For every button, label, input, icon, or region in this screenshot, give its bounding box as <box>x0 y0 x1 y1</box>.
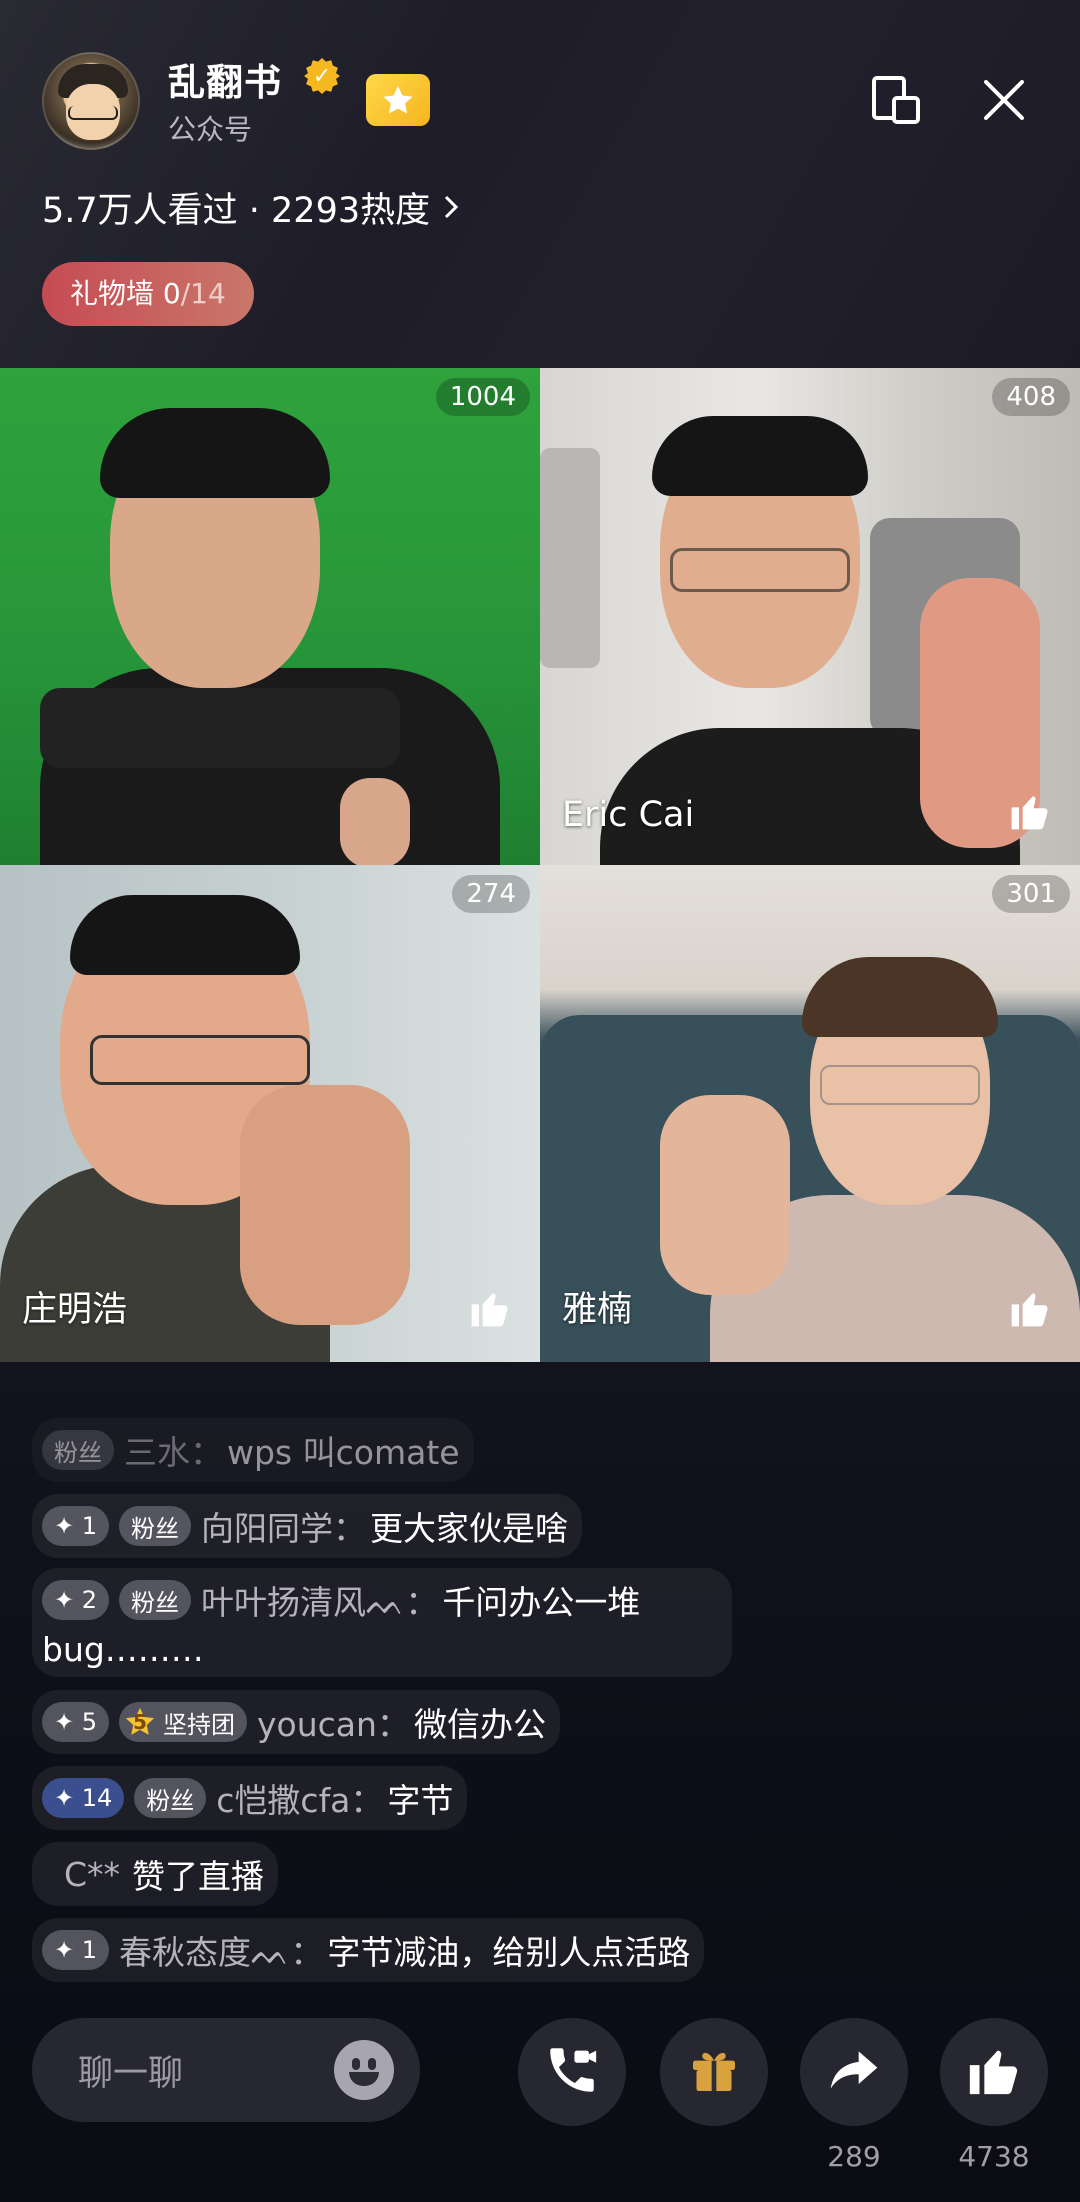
comment-text-continued: bug……… <box>42 1630 204 1669</box>
gift-wall-current: 0 <box>162 277 181 310</box>
comment-item[interactable]: ✦ 2 粉丝 叶叶扬清风ᨓ： 千问办公一堆 bug……… <box>32 1568 732 1677</box>
thumbs-up-icon[interactable] <box>1000 781 1060 841</box>
video-grid: 1004 408 Eric Cai 274 庄明浩 301 雅楠 <box>0 368 1080 1362</box>
participant-name: Eric Cai <box>562 795 695 835</box>
float-window-icon[interactable] <box>866 70 926 130</box>
tile-count: 408 <box>992 378 1070 416</box>
comment-item[interactable]: ✦ 5 5 坚持团 youcan： 微信办公 <box>32 1690 560 1754</box>
team-level-star-icon: 5 <box>123 1705 157 1739</box>
comment-user[interactable]: c恺撒cfa： <box>216 1774 383 1822</box>
comment-user[interactable]: 三水： <box>124 1426 223 1474</box>
comment-text: 字节 <box>387 1781 454 1820</box>
comment-item[interactable]: C** 赞了直播 <box>32 1842 279 1906</box>
comment-text: wps 叫comate <box>227 1433 460 1472</box>
comment-item[interactable]: ✦ 1 粉丝 向阳同学： 更大家伙是啥 <box>32 1494 583 1558</box>
video-call-icon <box>543 2041 601 2103</box>
gift-icon <box>686 2042 742 2102</box>
comment-item[interactable]: ✦ 1 春秋态度ᨓ： 字节减油，给别人点活路 <box>32 1918 705 1982</box>
gift-wall-button[interactable]: 礼物墙 0/14 <box>42 262 254 326</box>
fan-badge: 粉丝 <box>119 1580 192 1620</box>
level-badge: ✦ 1 <box>42 1506 110 1546</box>
comment-user[interactable]: C** <box>64 1855 120 1894</box>
star-badge-icon[interactable] <box>366 74 430 126</box>
chat-input-placeholder: 聊一聊 <box>78 2053 184 2094</box>
team-level: 5 <box>133 1710 147 1734</box>
fan-badge: 粉丝 <box>119 1506 192 1546</box>
level-badge: ✦ 2 <box>42 1580 110 1620</box>
comment-user[interactable]: 向阳同学： <box>201 1502 366 1550</box>
level-badge: ✦ 5 <box>42 1702 110 1742</box>
share-icon <box>826 2042 882 2102</box>
fan-badge: 粉丝 <box>134 1778 207 1818</box>
view-stats[interactable]: 5.7万人看过 · 2293热度 <box>42 182 461 233</box>
comment-user[interactable]: 春秋态度ᨓ： <box>119 1926 323 1974</box>
thumbs-up-icon[interactable] <box>460 1278 520 1338</box>
comment-user[interactable]: youcan： <box>257 1698 410 1746</box>
chevron-right-icon <box>441 191 461 231</box>
comment-text: 微信办公 <box>413 1705 546 1744</box>
share-count: 289 <box>827 2140 881 2173</box>
team-badge: 5 坚持团 <box>119 1702 248 1742</box>
tile-count: 1004 <box>435 378 530 416</box>
participant-name: 雅楠 <box>562 1290 633 1330</box>
host-type: 公众号 <box>168 113 253 146</box>
video-call-button[interactable] <box>518 2018 626 2126</box>
level-badge: ✦ 14 <box>42 1778 125 1818</box>
gift-button[interactable] <box>660 2018 768 2126</box>
host-name[interactable]: 乱翻书 <box>168 52 282 106</box>
fan-badge: 粉丝 <box>42 1430 114 1470</box>
comment-user[interactable]: 叶叶扬清风ᨓ： <box>201 1576 438 1624</box>
comment-text: 字节减油，给别人点活路 <box>327 1933 691 1972</box>
comment-item[interactable]: 粉丝 三水： wps 叫comate <box>32 1418 474 1482</box>
video-tile-1[interactable]: 1004 <box>0 368 540 865</box>
comment-text: 更大家伙是啥 <box>370 1509 569 1548</box>
emoji-icon[interactable] <box>334 2040 394 2100</box>
comment-text: 千问办公一堆 <box>442 1583 641 1622</box>
like-button[interactable] <box>940 2018 1048 2126</box>
share-button[interactable] <box>800 2018 908 2126</box>
participant-name: 庄明浩 <box>22 1290 128 1330</box>
comment-text: 赞了直播 <box>132 1857 265 1896</box>
comment-item[interactable]: ✦ 14 粉丝 c恺撒cfa： 字节 <box>32 1766 468 1830</box>
level-badge: ✦ 1 <box>42 1930 110 1970</box>
video-tile-2[interactable]: 408 Eric Cai <box>540 368 1080 865</box>
tile-count: 274 <box>452 875 530 913</box>
thumbs-up-icon <box>965 2041 1023 2103</box>
like-count: 4738 <box>958 2140 1030 2173</box>
thumbs-up-icon[interactable] <box>1000 1278 1060 1338</box>
video-tile-4[interactable]: 301 雅楠 <box>540 865 1080 1362</box>
gift-wall-total: /14 <box>180 277 226 310</box>
gift-wall-label: 礼物墙 <box>70 277 155 310</box>
host-avatar[interactable] <box>42 52 140 150</box>
close-icon[interactable] <box>974 70 1034 130</box>
chat-input[interactable]: 聊一聊 <box>32 2018 420 2122</box>
team-badge-label: 坚持团 <box>163 1710 236 1739</box>
tile-count: 301 <box>992 875 1070 913</box>
video-tile-3[interactable]: 274 庄明浩 <box>0 865 540 1362</box>
stats-text: 5.7万人看过 · 2293热度 <box>42 191 431 231</box>
